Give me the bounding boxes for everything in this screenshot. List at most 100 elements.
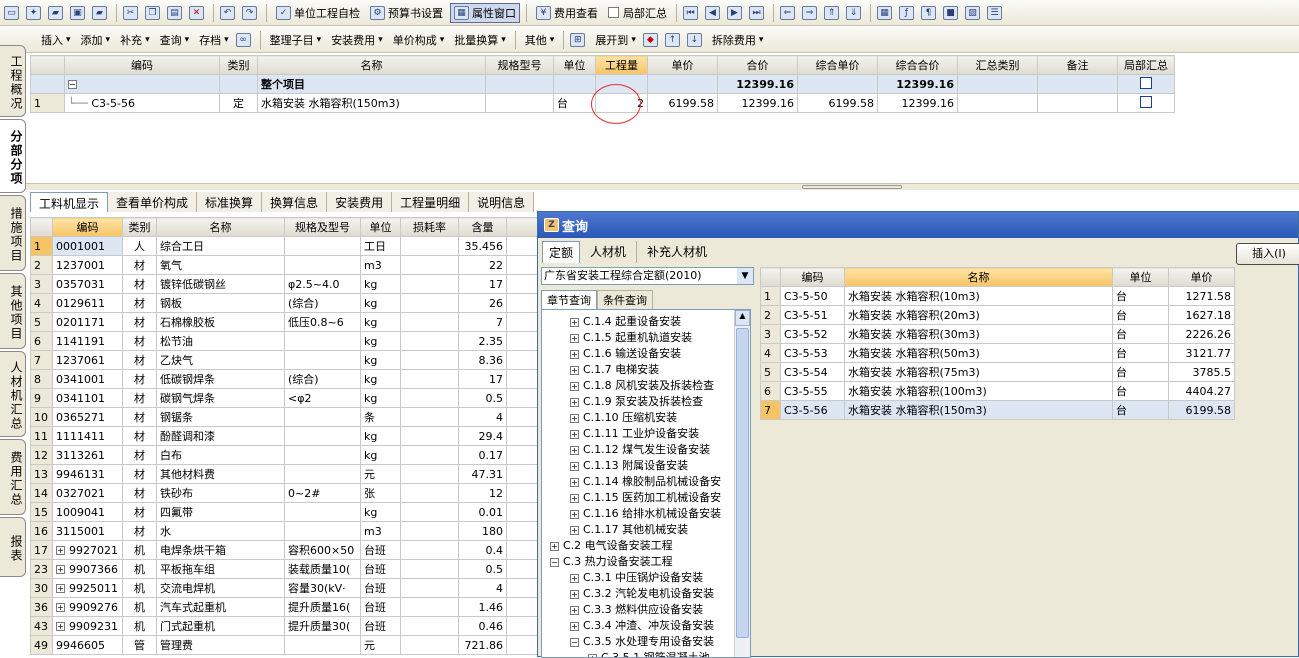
paint-bucket-icon[interactable]: ◆: [643, 33, 658, 47]
name-cell[interactable]: 综合工日: [157, 237, 285, 256]
type-cell[interactable]: 材: [123, 522, 157, 541]
name-cell[interactable]: 碳钢气焊条: [157, 389, 285, 408]
content-cell[interactable]: 29.4: [459, 427, 507, 446]
name-cell[interactable]: 乙炔气: [157, 351, 285, 370]
type-cell[interactable]: 机: [123, 617, 157, 636]
loss-rate-cell[interactable]: [401, 484, 459, 503]
partial-summary-checkbox[interactable]: [1140, 77, 1152, 89]
table-row[interactable]: 10001001人综合工日工日35.45670.9: [31, 237, 541, 256]
spec-cell[interactable]: [285, 332, 361, 351]
new-file-icon[interactable]: ▭: [4, 6, 19, 20]
partial-summary-checkbox[interactable]: [608, 7, 619, 18]
unit-cell[interactable]: kg: [361, 427, 401, 446]
spec-cell[interactable]: 装载质量10(: [285, 560, 361, 579]
spec-cell[interactable]: [285, 351, 361, 370]
col-unit-price[interactable]: 单价: [648, 56, 718, 75]
spec-cell[interactable]: (综合): [285, 370, 361, 389]
result-row[interactable]: 5C3-5-54水箱安装 水箱容积(75m3)台3785.5: [761, 363, 1235, 382]
tree-item[interactable]: +C.1.13 附属设备安装: [542, 458, 750, 474]
type-cell[interactable]: 定: [220, 94, 258, 113]
summary-category-cell[interactable]: [958, 94, 1038, 113]
collapse-icon[interactable]: −: [550, 558, 559, 567]
unit-cell[interactable]: 台班: [361, 579, 401, 598]
name-cell[interactable]: 白布: [157, 446, 285, 465]
tree-item[interactable]: +C.3.1 中压锅炉设备安装: [542, 570, 750, 586]
tab-quantity-detail[interactable]: 工程量明细: [392, 192, 469, 212]
unit-cell[interactable]: 元: [361, 465, 401, 484]
name-cell[interactable]: 门式起重机: [157, 617, 285, 636]
spec-cell[interactable]: [285, 408, 361, 427]
table-row[interactable]: 36+9909276机汽车式起重机提升质量16(台班1.462.: [31, 598, 541, 617]
name-cell[interactable]: 汽车式起重机: [157, 598, 285, 617]
unit-cell[interactable]: m3: [361, 522, 401, 541]
tree-item[interactable]: +C.1.14 橡胶制品机械设备安: [542, 474, 750, 490]
spec-cell[interactable]: [285, 256, 361, 275]
loss-rate-cell[interactable]: [401, 237, 459, 256]
splitter[interactable]: [26, 183, 1299, 190]
type-cell[interactable]: 材: [123, 275, 157, 294]
unit-cell[interactable]: kg: [361, 275, 401, 294]
col-content[interactable]: 含量: [459, 218, 507, 237]
expand-icon[interactable]: +: [570, 510, 579, 519]
type-cell[interactable]: 机: [123, 598, 157, 617]
col-comp-unit-price[interactable]: 综合单价: [798, 56, 878, 75]
table-row[interactable]: 71237061材乙炔气kg8.3616.: [31, 351, 541, 370]
code-cell[interactable]: 0341001: [53, 370, 123, 389]
spec-cell[interactable]: 容积600×50: [285, 541, 361, 560]
content-cell[interactable]: 0.17: [459, 446, 507, 465]
undo-icon[interactable]: ↶: [220, 6, 235, 20]
tab-reports[interactable]: 报表: [0, 517, 26, 577]
name-cell[interactable]: 镀锌低碳钢丝: [157, 275, 285, 294]
binoculars-icon[interactable]: ∞: [236, 33, 251, 47]
spec-cell[interactable]: [285, 522, 361, 541]
cube-icon[interactable]: ■: [943, 6, 958, 20]
content-cell[interactable]: 1.46: [459, 598, 507, 617]
code-cell[interactable]: 0341101: [53, 389, 123, 408]
arrow-up-icon[interactable]: ⇑: [824, 6, 839, 20]
name-cell[interactable]: 水箱安装 水箱容积(150m3): [258, 94, 486, 113]
content-cell[interactable]: 17: [459, 370, 507, 389]
tree-item[interactable]: +C.3.2 汽轮发电机设备安装: [542, 586, 750, 602]
name-cell[interactable]: 其他材料费: [157, 465, 285, 484]
code-cell[interactable]: 9946605: [53, 636, 123, 655]
collapse-icon[interactable]: −: [570, 638, 579, 647]
spec-cell[interactable]: [285, 465, 361, 484]
content-cell[interactable]: 7: [459, 313, 507, 332]
arrow-down-icon[interactable]: ⇓: [846, 6, 861, 20]
code-cell[interactable]: 1237001: [53, 256, 123, 275]
name-cell[interactable]: 酚醛调和漆: [157, 427, 285, 446]
tab-other-items[interactable]: 其他项目: [0, 273, 26, 349]
remark-cell[interactable]: [1038, 94, 1118, 113]
table-row[interactable]: 90341101材碳钢气焊条<φ2kg0.5: [31, 389, 541, 408]
arrow-right-icon[interactable]: ⇒: [802, 6, 817, 20]
expand-icon[interactable]: +: [570, 414, 579, 423]
code-cell[interactable]: 0001001: [53, 237, 123, 256]
col-code[interactable]: 编码: [65, 56, 220, 75]
code-cell[interactable]: 1111411: [53, 427, 123, 446]
expand-icon[interactable]: +: [56, 622, 65, 631]
loss-rate-cell[interactable]: [401, 332, 459, 351]
col-type[interactable]: 类别: [220, 56, 258, 75]
save-icon[interactable]: ▣: [70, 6, 85, 20]
expand-icon[interactable]: +: [570, 334, 579, 343]
demolition-fee-menu[interactable]: 拆除费用: [709, 30, 767, 50]
tree-item[interactable]: +C.1.6 输送设备安装: [542, 346, 750, 362]
col-spec[interactable]: 规格型号: [486, 56, 554, 75]
code-cell[interactable]: 0201171: [53, 313, 123, 332]
code-cell[interactable]: +9907366: [53, 560, 123, 579]
tree-item[interactable]: +C.2 电气设备安装工程: [542, 538, 750, 554]
delete-icon[interactable]: ✕: [189, 6, 204, 20]
table-row[interactable]: 21237001材氧气m322: [31, 256, 541, 275]
unit-cell[interactable]: 张: [361, 484, 401, 503]
code-cell[interactable]: 1237061: [53, 351, 123, 370]
tree-item[interactable]: +C.1.4 起重设备安装: [542, 314, 750, 330]
loss-rate-cell[interactable]: [401, 503, 459, 522]
col-unit[interactable]: 单位: [554, 56, 596, 75]
type-cell[interactable]: 材: [123, 351, 157, 370]
unit-cell[interactable]: 台班: [361, 541, 401, 560]
tab-project-overview[interactable]: 工程概况: [0, 45, 26, 117]
content-cell[interactable]: 4: [459, 408, 507, 427]
unit-price-menu[interactable]: 单价构成: [390, 30, 448, 50]
expand-icon[interactable]: +: [570, 622, 579, 631]
type-cell[interactable]: 人: [123, 237, 157, 256]
